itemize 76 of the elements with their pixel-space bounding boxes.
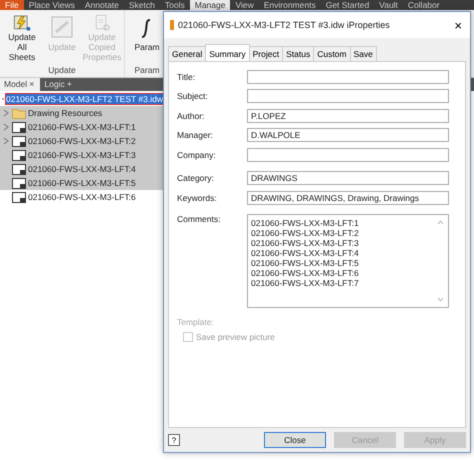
tree-row[interactable]: 021060-FWS-LXX-M3-LFT:4 (0, 162, 163, 176)
scroll-up-icon[interactable] (437, 220, 444, 224)
ribbon-tab[interactable]: View (230, 0, 259, 10)
window-title: 021060-FWS-LXX-M3-LFT2 TEST #3.idw iProperties (178, 20, 391, 30)
field-label: Title: (177, 72, 196, 82)
ribbon-tab[interactable]: Vault (374, 0, 403, 10)
tab[interactable]: Summary (205, 44, 250, 61)
comment-line: 021060-FWS-LXX-M3-LFT:7 (251, 278, 360, 288)
sheet-icon (12, 164, 26, 174)
ribbon-tab[interactable]: Get Started (320, 0, 374, 10)
field-label: Comments: (177, 214, 222, 224)
input-field[interactable] (247, 89, 449, 104)
template-label: Template: (177, 316, 215, 326)
input-field[interactable] (247, 70, 449, 84)
comments-field[interactable]: 021060-FWS-LXX-M3-LFT:1 021060-FWS-LXX-M3-LFT:2 021060-FWS-LXX-M3-LFT:3 021060-FWS-LXX-M3-LFT:4 021060-FWS-LXX-M3-LFT:5 021060-FWS-LXX-M3-LFT:6 021060-FWS-LXX-M3-LFT:7 (247, 214, 449, 308)
tree-item-label: 021060-FWS-LXX-M3-LFT:3 (28, 150, 136, 160)
ribbon-tab[interactable]: File (0, 0, 24, 10)
tree-item-label: 021060-FWS-LXX-M3-LFT:5 (28, 178, 136, 188)
tree-item-label: 021060-FWS-LXX-M3-LFT:1 (28, 122, 136, 132)
ribbon-tab[interactable]: Tools (160, 0, 190, 10)
comment-line: 021060-FWS-LXX-M3-LFT:2 (251, 228, 360, 238)
tab[interactable]: Project (248, 46, 284, 61)
comment-line: 021060-FWS-LXX-M3-LFT:4 (251, 248, 360, 258)
tab-action-icon[interactable]: + (66, 78, 78, 91)
sheet-icon (12, 136, 26, 146)
checkbox-label: Save preview picture (196, 332, 275, 342)
sheet-icon (12, 150, 26, 160)
panel-title: Param (134, 65, 160, 75)
ribbon-tab[interactable]: Collabor (402, 0, 445, 10)
browser-tab[interactable]: Model (0, 78, 30, 91)
tree-row[interactable]: 021060-FWS-LXX-M3-LFT:5 (0, 176, 163, 190)
field-label: Company: (177, 150, 217, 160)
dialog-button[interactable]: Close (264, 432, 326, 448)
field-label: Category: (177, 173, 215, 184)
scroll-down-icon[interactable] (437, 296, 444, 302)
tab[interactable]: Save (350, 46, 377, 61)
tab-action-icon[interactable]: × (29, 78, 40, 91)
tree-row[interactable]: 021060-FWS-LXX-M3-LFT:6 (0, 190, 163, 204)
tree-item-label: Drawing Resources (28, 108, 102, 118)
sheet-icon (12, 178, 26, 188)
input-field[interactable]: D.WALPOLE (247, 128, 449, 142)
close-button[interactable]: × (452, 18, 464, 32)
tree-item[interactable]: 021060-FWS-LXX-M3-LFT2 TEST #3.idw (6, 94, 163, 104)
input-field[interactable] (247, 148, 449, 162)
ribbon-tab[interactable]: Environments (258, 0, 321, 10)
field-label: Keywords: (177, 192, 218, 203)
inventor-logo-icon (170, 20, 174, 30)
tab[interactable]: General (168, 46, 206, 61)
sheet-icon (12, 122, 26, 132)
input-field[interactable]: P.LOPEZ (247, 108, 449, 123)
ribbon-button[interactable]: Update All Sheets (2, 10, 42, 62)
browser-tab[interactable]: Logic (40, 78, 67, 91)
tree-row[interactable]: Drawing Resources (0, 106, 163, 120)
field-label: Author: (177, 110, 206, 121)
ribbon-tab[interactable]: Sketch (124, 0, 160, 10)
comment-line: 021060-FWS-LXX-M3-LFT:6 (251, 268, 360, 278)
ribbon-tab[interactable]: Annotate (80, 0, 124, 10)
tree-row[interactable]: 021060-FWS-LXX-M3-LFT:3 (0, 148, 163, 162)
sheet-icon (12, 192, 26, 202)
panel-title: Update (48, 65, 76, 75)
input-field[interactable]: DRAWINGS (247, 171, 449, 186)
comment-line: 021060-FWS-LXX-M3-LFT:3 (251, 238, 360, 248)
tree-row[interactable]: 021060-FWS-LXX-M3-LFT:1 (0, 120, 163, 134)
field-label: Manager: (177, 130, 214, 140)
comment-line: 021060-FWS-LXX-M3-LFT:1 (251, 218, 360, 228)
comment-line: 021060-FWS-LXX-M3-LFT:5 (251, 258, 360, 268)
ribbon-tab[interactable]: Manage (190, 0, 230, 10)
input-field[interactable]: DRAWING, DRAWINGS, Drawing, Drawings (247, 190, 449, 205)
tree-row[interactable]: 021060-FWS-LXX-M3-LFT:2 (0, 134, 163, 148)
field-label: Subject: (177, 91, 209, 102)
tree-item-label: 021060-FWS-LXX-M3-LFT:6 (28, 192, 136, 202)
tree-item-label: 021060-FWS-LXX-M3-LFT:4 (28, 164, 136, 174)
tree-item-label: 021060-FWS-LXX-M3-LFT:2 (28, 136, 136, 146)
ribbon-tab[interactable]: Place Views (24, 0, 80, 10)
help-button[interactable]: ? (168, 434, 180, 446)
ribbon-button[interactable]: Param (127, 10, 167, 62)
